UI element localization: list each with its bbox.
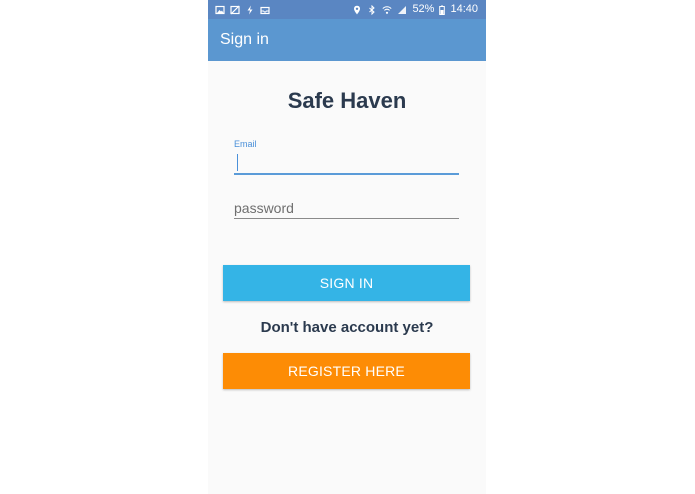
app-bar: Sign in <box>208 19 486 61</box>
status-right-icons: 52% 14:40 <box>352 4 478 15</box>
register-button[interactable]: REGISTER HERE <box>223 353 470 389</box>
phone-screen: 52% 14:40 Sign in Safe Haven Email passw… <box>208 0 486 494</box>
email-label: Email <box>234 139 257 149</box>
battery-icon <box>439 5 446 15</box>
register-prompt: Don't have account yet? <box>260 319 434 336</box>
status-bar: 52% 14:40 <box>208 0 486 19</box>
password-field[interactable]: password <box>234 197 459 219</box>
flash-icon <box>245 5 255 15</box>
crossed-image-icon <box>230 5 240 15</box>
app-bar-title: Sign in <box>220 31 269 48</box>
sign-in-form: Safe Haven Email password SIGN IN Don't … <box>208 61 486 494</box>
text-cursor <box>237 154 238 171</box>
app-title: Safe Haven <box>287 88 407 113</box>
wifi-icon <box>382 5 392 15</box>
bluetooth-icon <box>367 4 377 15</box>
tray-icon <box>260 5 270 15</box>
location-pin-icon <box>352 5 362 15</box>
status-left-icons <box>215 5 270 15</box>
status-time: 14:40 <box>450 3 478 15</box>
email-field[interactable] <box>234 151 459 175</box>
signal-icon <box>397 5 407 15</box>
battery-percent: 52% <box>412 3 435 15</box>
image-icon <box>215 5 225 15</box>
sign-in-button[interactable]: SIGN IN <box>223 265 470 301</box>
